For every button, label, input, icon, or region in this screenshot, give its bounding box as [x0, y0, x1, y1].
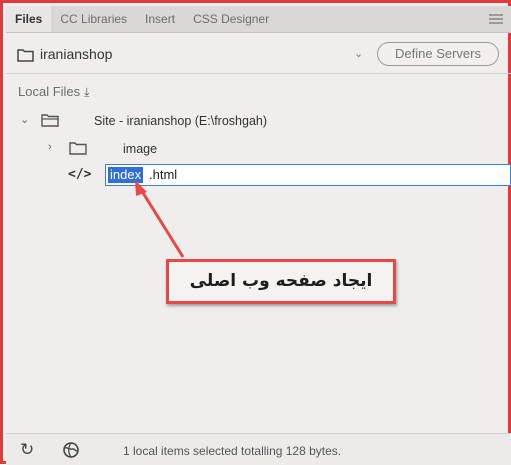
site-root-label: Site - iranianshop (E:\froshgah)	[94, 114, 268, 128]
html-file-icon: </>	[68, 167, 92, 182]
folder-icon	[41, 114, 59, 127]
local-files-header[interactable]: Local Files ⤓	[18, 84, 89, 100]
selected-filename-text: index	[108, 167, 144, 183]
chevron-right-icon[interactable]: ›	[48, 141, 52, 153]
filename-extension-text: .html	[149, 167, 178, 182]
folder-icon	[69, 142, 87, 155]
local-files-label: Local Files	[18, 84, 81, 99]
site-selector-row: iranianshop ⌄ Define Servers	[6, 37, 511, 74]
tree-item-image-folder[interactable]: › image	[3, 137, 508, 159]
filename-rename-input[interactable]: index .html	[105, 164, 511, 186]
site-name[interactable]: iranianshop	[40, 46, 112, 62]
annotation-callout: ایجاد صفحه وب اصلی	[166, 259, 396, 304]
chevron-down-icon[interactable]: ⌄	[354, 47, 363, 60]
files-panel: Files CC Libraries Insert CSS Designer i…	[0, 0, 511, 465]
define-servers-button[interactable]: Define Servers	[377, 42, 499, 66]
tab-insert[interactable]: Insert	[136, 6, 184, 32]
globe-icon[interactable]	[62, 441, 80, 459]
chevron-down-icon[interactable]: ⌄	[20, 113, 29, 126]
download-icon[interactable]: ⤓	[84, 85, 89, 100]
status-bar: ↻ 1 local items selected totalling 128 b…	[6, 433, 511, 465]
tab-cc-libraries[interactable]: CC Libraries	[51, 6, 136, 32]
folder-label: image	[123, 142, 158, 156]
tab-css-designer[interactable]: CSS Designer	[184, 6, 278, 32]
folder-icon	[17, 49, 34, 62]
refresh-icon[interactable]: ↻	[20, 440, 34, 460]
tab-files[interactable]: Files	[6, 6, 52, 32]
status-text: 1 local items selected totalling 128 byt…	[123, 444, 342, 458]
panel-menu-icon[interactable]	[489, 14, 503, 24]
tree-item-site-root[interactable]: ⌄ Site - iranianshop (E:\froshgah)	[3, 110, 508, 132]
panel-tab-bar: Files CC Libraries Insert CSS Designer	[6, 6, 511, 33]
